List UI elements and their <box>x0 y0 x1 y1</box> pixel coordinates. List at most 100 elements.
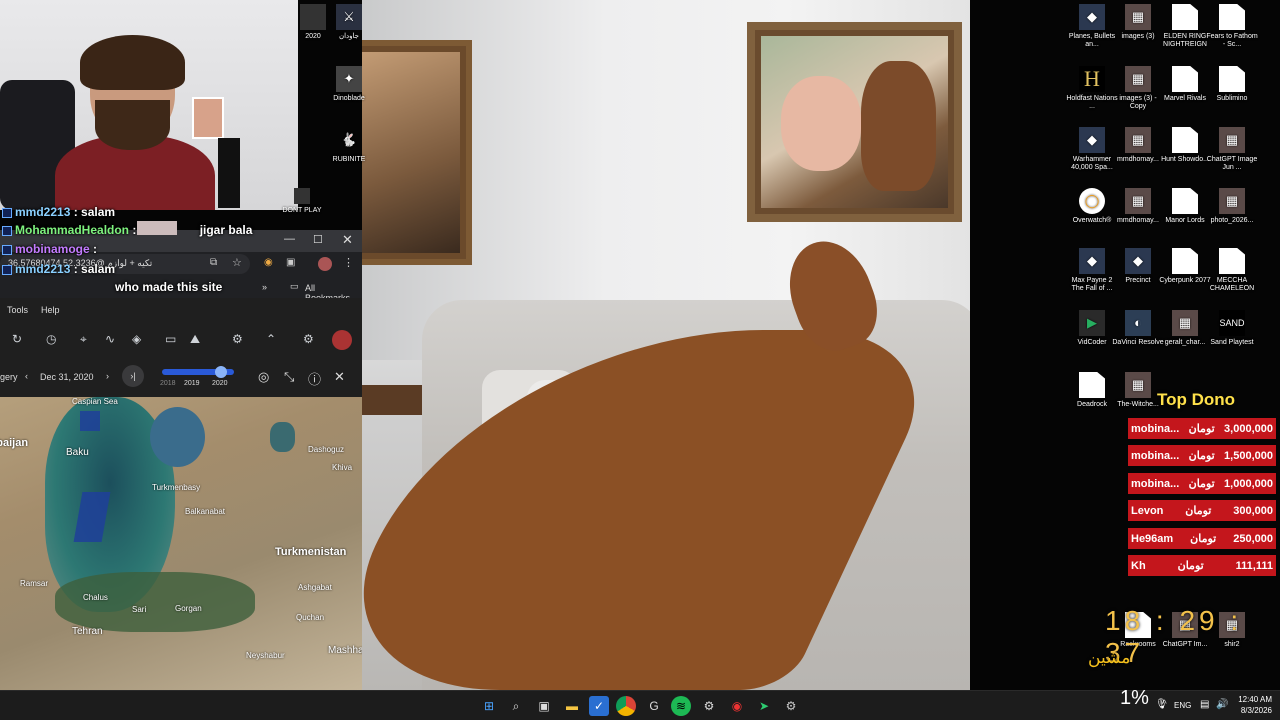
stream-chat-overlay: mmd2213 : salam MohammadHealdon : jigar … <box>0 205 362 300</box>
taskbar: ⊞ ⌕ ▣ ▬ ✓ G ≋ ⚙ ◉ ➤ ⚙ 1% 🎙 ^ ENG ▤ 🔊 12:… <box>0 687 1280 720</box>
overlay-text: مشین <box>1088 648 1131 667</box>
davinci-icon: ◐ <box>1125 310 1151 336</box>
file-icon <box>1172 4 1198 30</box>
avatar[interactable] <box>332 330 352 350</box>
map-label: Baku <box>66 447 89 458</box>
desktop-icon-label: Sand Playtest <box>1210 339 1254 346</box>
donation-row: Levon تومان 300,000 <box>1128 500 1276 521</box>
skip-end-button[interactable]: ›| <box>122 365 144 387</box>
desktop-icon[interactable]: ▦ ChatGPT Image Jun ... <box>1205 127 1259 172</box>
app-icon[interactable]: G <box>644 696 664 716</box>
desktop-icon[interactable]: Hunt Showdo... <box>1158 127 1212 164</box>
app-icon[interactable]: ✓ <box>589 696 609 716</box>
desktop-icon[interactable]: MECCHA CHAMELEON <box>1205 248 1259 293</box>
app-icon[interactable]: ➤ <box>754 696 774 716</box>
file-icon <box>1219 4 1245 30</box>
desktop-icon[interactable]: ⚔ جاودان <box>322 4 376 41</box>
desktop-icon[interactable]: Sublimino <box>1205 66 1259 103</box>
clock[interactable]: 12:40 AM 8/3/2026 <box>1238 694 1272 716</box>
layers-icon[interactable]: ◈ <box>132 332 141 346</box>
help-icon[interactable]: ⓘ <box>308 369 321 388</box>
desktop-icon[interactable]: Cyberpunk 2077 <box>1158 248 1212 285</box>
path-icon[interactable]: ∿ <box>105 332 115 346</box>
desktop-icon[interactable]: SAND Sand Playtest <box>1205 310 1259 347</box>
start-icon[interactable]: ⊞ <box>479 696 499 716</box>
menu-help[interactable]: Help <box>41 305 60 315</box>
satellite-map[interactable]: Caspian Sea rbaijan Baku Turkmenbasy Das… <box>0 397 362 690</box>
vidcoder-icon: ▶ <box>1079 310 1105 336</box>
desktop-icon-label: Overwatch® <box>1072 217 1112 224</box>
desktop-icon[interactable]: ELDEN RING NIGHTREIGN <box>1158 4 1212 49</box>
search-icon[interactable]: ⌕ <box>506 696 526 716</box>
language-indicator[interactable]: ENG <box>1174 701 1191 710</box>
webcam-feed <box>0 0 298 210</box>
file-icon <box>1172 66 1198 92</box>
file-icon <box>1219 248 1245 274</box>
desktop-icon[interactable]: Fears to Fathom - Sc... <box>1205 4 1259 49</box>
desktop-icon[interactable]: 🐇 RUBINITE <box>322 127 376 164</box>
desktop-icon-label: mmdhomay... <box>1117 217 1159 224</box>
network-icon[interactable]: ▤ <box>1200 699 1209 710</box>
map-label: Balkanabat <box>185 507 226 516</box>
map-label: Quchan <box>296 613 325 622</box>
chevron-up-icon[interactable]: ⌃ <box>266 332 276 346</box>
steam-icon[interactable]: ⚙ <box>699 696 719 716</box>
map-label: Khiva <box>332 463 353 472</box>
desktop-icon[interactable]: ✦ Dinoblade <box>322 66 376 103</box>
desktop-icon[interactable]: ▦ mmdhomay... <box>1111 188 1165 225</box>
ruler-icon[interactable]: ▭ <box>165 332 176 346</box>
app-icon[interactable]: ◉ <box>727 696 747 716</box>
redo-icon[interactable]: ↻ <box>12 332 22 346</box>
desktop-icon[interactable]: ▦ images (3) - Copy <box>1111 66 1165 111</box>
history-icon[interactable]: ◷ <box>46 332 56 346</box>
desktop-icon[interactable]: ▦ images (3) <box>1111 4 1165 41</box>
chat-message: MohammadHealdon : jigar bala <box>2 221 252 237</box>
spotify-icon[interactable]: ≋ <box>671 696 691 716</box>
file-explorer-icon[interactable]: ▬ <box>562 696 582 716</box>
desktop-icon-label: ELDEN RING NIGHTREIGN <box>1163 33 1207 48</box>
timelapse-icon[interactable]: ◎ <box>258 369 269 385</box>
desktop-icon[interactable]: ◐ DaVinci Resolve <box>1111 310 1165 347</box>
volume-icon[interactable]: 🔊 <box>1216 699 1228 710</box>
file-icon <box>1219 66 1245 92</box>
chat-message: mobinamoge : <box>2 242 97 256</box>
task-view-icon[interactable]: ▣ <box>534 696 554 716</box>
desktop-icon-label: Planes, Bullets an... <box>1068 33 1116 48</box>
desktop-icon[interactable]: ▦ geralt_char... <box>1158 310 1212 347</box>
settings-icon[interactable]: ⚙ <box>781 696 801 716</box>
timeline-handle[interactable] <box>215 366 227 378</box>
collapse-icon[interactable]: ⤡ <box>284 369 294 385</box>
map-label: Tehran <box>72 626 103 637</box>
cpu-percent: 1% <box>1120 687 1149 709</box>
game-icon: ◆ <box>1079 248 1105 274</box>
sand-icon: SAND <box>1219 310 1245 336</box>
prev-date-icon[interactable]: ‹ <box>25 371 28 381</box>
desktop-icon-label: Warhammer 40,000 Spa... <box>1071 156 1113 171</box>
donation-row: He96am تومان 250,000 <box>1128 528 1276 549</box>
desktop-icon[interactable]: ▦ mmdhomay... <box>1111 127 1165 164</box>
map-label: Sari <box>132 605 147 614</box>
desktop-icon[interactable]: Marvel Rivals <box>1158 66 1212 103</box>
menu-tools[interactable]: Tools <box>7 305 28 315</box>
file-icon <box>1172 188 1198 214</box>
game-icon: ◆ <box>1079 127 1105 153</box>
gear-icon[interactable]: ⚙ <box>303 332 314 346</box>
image-icon: ▦ <box>1125 66 1151 92</box>
placemark-icon[interactable]: ⌖ <box>80 332 87 347</box>
desktop-icon[interactable]: ◆ Precinct <box>1111 248 1165 285</box>
desktop-icon-label: Cyberpunk 2077 <box>1159 277 1211 284</box>
game-icon: ◆ <box>1125 248 1151 274</box>
image-overlay-icon[interactable]: ⛰ <box>190 332 200 347</box>
file-icon <box>1172 248 1198 274</box>
close-icon[interactable]: ✕ <box>334 369 345 385</box>
holdfast-icon: H <box>1079 66 1105 92</box>
chevron-up-icon[interactable]: ^ <box>1162 699 1167 710</box>
image-icon: ▦ <box>1125 4 1151 30</box>
next-date-icon[interactable]: › <box>106 371 109 381</box>
desktop: 2020 ⚔ جاودان ✦ Dinoblade 🐇 RUBINITE DONT P… <box>0 0 1280 690</box>
desktop-icon[interactable]: ▦ photo_2026... <box>1205 188 1259 225</box>
image-icon: ▦ <box>1125 372 1151 398</box>
chrome-icon[interactable] <box>616 696 636 716</box>
desktop-icon[interactable]: Manor Lords <box>1158 188 1212 225</box>
settings-gear-icon[interactable]: ⚙ <box>232 332 243 346</box>
